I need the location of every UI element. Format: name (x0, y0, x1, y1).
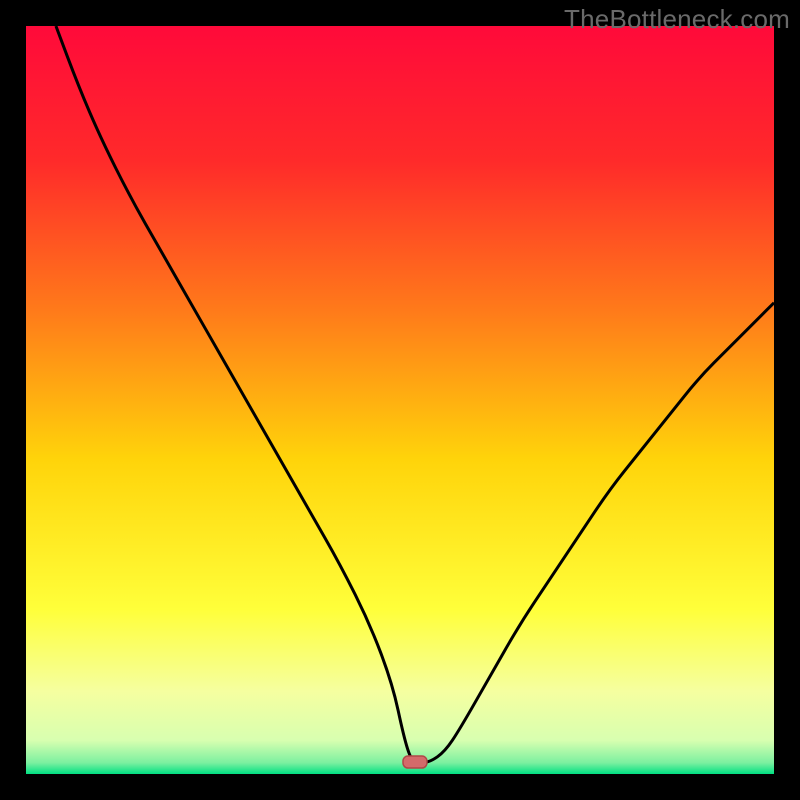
gradient-background (26, 26, 774, 774)
watermark-text: TheBottleneck.com (564, 4, 790, 35)
optimal-point-marker (403, 756, 427, 768)
chart-frame: TheBottleneck.com (0, 0, 800, 800)
plot-area (26, 26, 774, 774)
chart-svg (26, 26, 774, 774)
